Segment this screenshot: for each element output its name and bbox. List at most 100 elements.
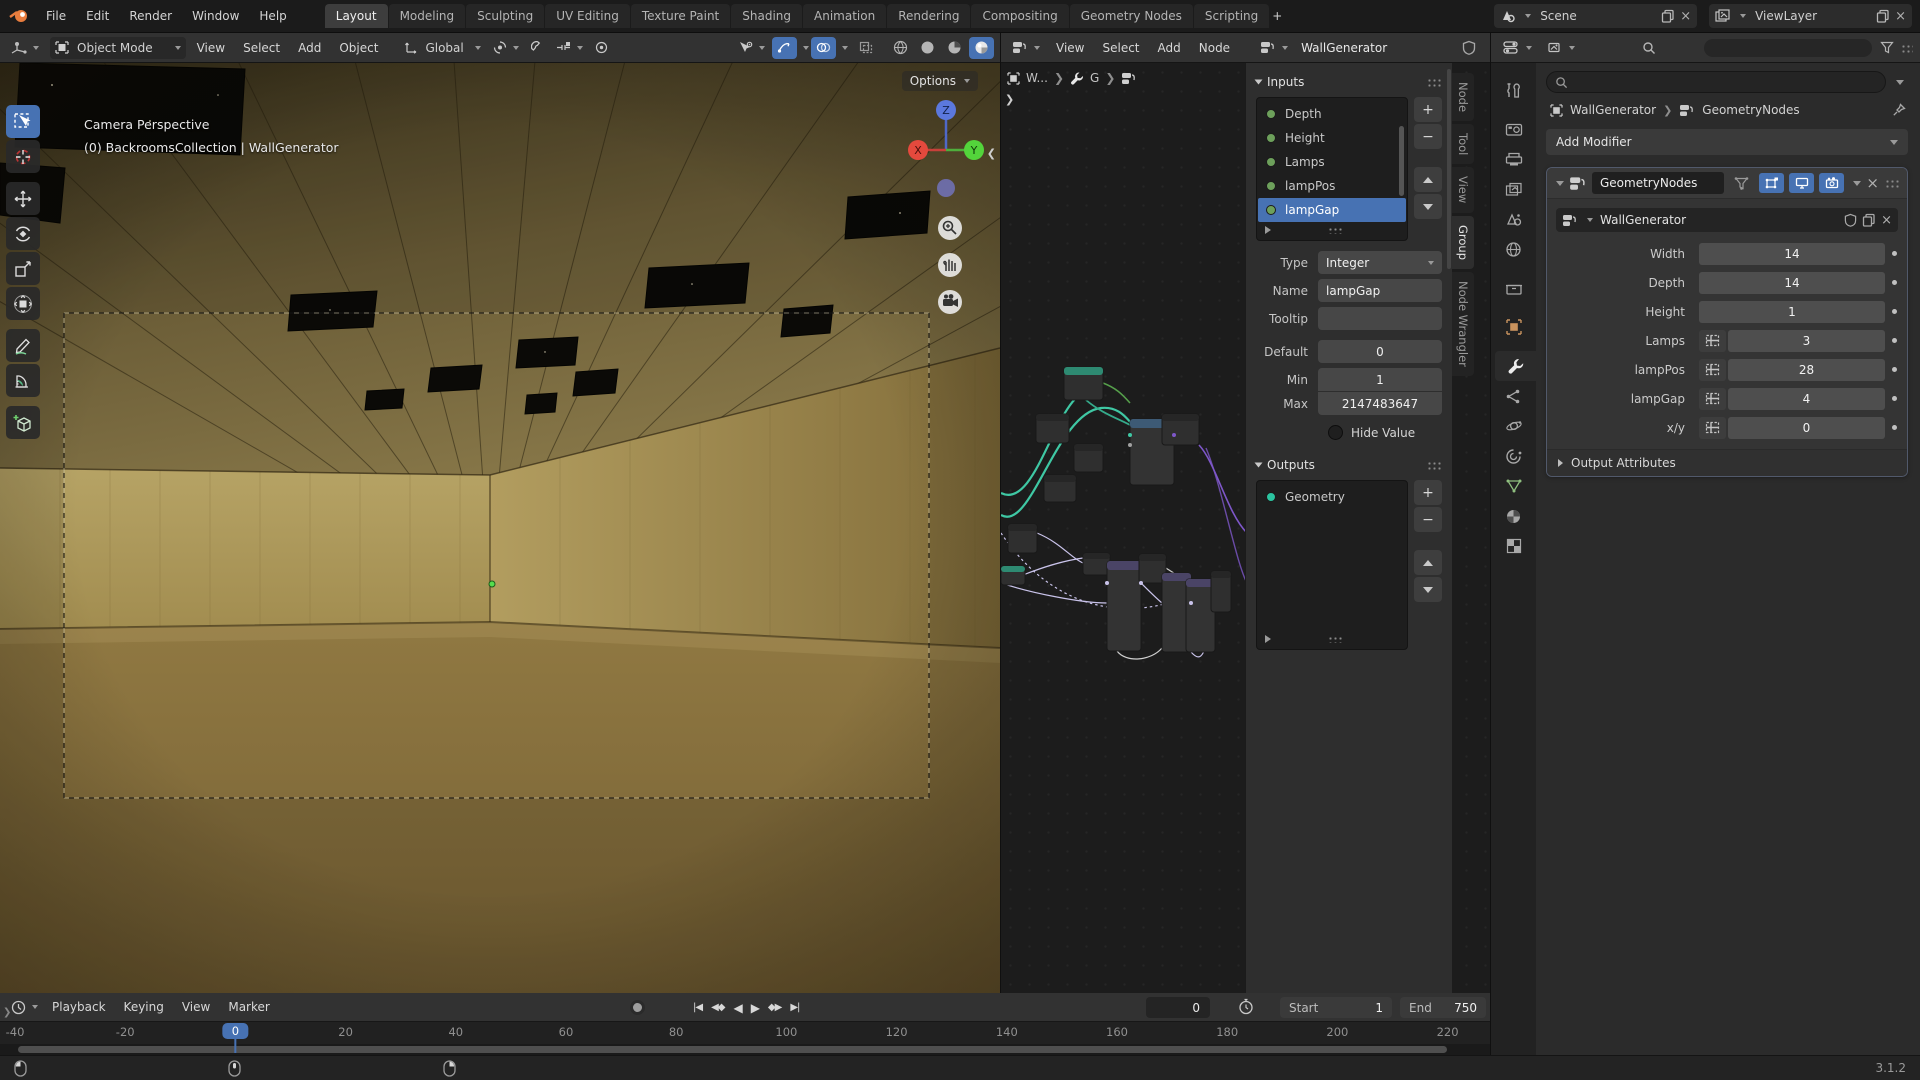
play-button[interactable]: ▶ [748,999,762,1017]
editor-type-viewport-icon[interactable] [6,37,44,59]
tool-rotate[interactable] [6,217,40,250]
sidebar-tab[interactable]: Tool [1452,124,1474,165]
node-tree-icon[interactable] [1562,214,1578,227]
node-group-name[interactable]: WallGenerator [1598,213,1839,227]
input-attribute-toggle[interactable] [1699,416,1726,439]
current-frame-field[interactable]: 0 [1146,997,1210,1018]
viewport-menu-item[interactable]: Select [234,37,289,59]
tool-measure[interactable] [6,364,40,397]
input-socket-item[interactable]: Depth [1258,102,1406,126]
panel-grip[interactable] [1426,77,1442,87]
editor-type-properties-icon[interactable] [1498,37,1537,59]
gizmo-minus-z-axis[interactable] [937,179,955,197]
tool-cursor[interactable] [6,140,40,173]
snap-settings[interactable] [551,37,588,59]
previous-keyframe-button[interactable]: ◀◆ [708,1000,727,1015]
input-attribute-toggle[interactable] [1699,329,1726,352]
viewport-canvas[interactable]: Camera Perspective (0) BackroomsCollecti… [0,63,1000,993]
param-value-field[interactable]: 14 [1699,242,1885,265]
header-search-field[interactable] [1704,38,1872,57]
workspace-tab[interactable]: Shading [731,4,802,28]
param-value-field[interactable]: 1 [1699,300,1885,323]
add-workspace-button[interactable]: + [1272,9,1282,23]
list-grip[interactable] [1327,226,1343,234]
workspace-tab[interactable]: Compositing [971,4,1069,28]
tool-annotate[interactable] [6,329,40,362]
node-menu-item[interactable]: Select [1093,37,1148,59]
sidebar-tab[interactable]: View [1452,167,1474,213]
viewport-3d[interactable]: Object Mode View Select Add Object Global [0,33,1000,993]
tool-scale[interactable] [6,252,40,285]
output-socket-item[interactable]: Geometry [1258,485,1406,509]
tooltip-field[interactable] [1318,307,1442,330]
shading-material[interactable] [942,37,967,59]
timeline-menu-item[interactable]: Keying [115,996,173,1018]
show-gizmo-toggle[interactable] [772,36,797,59]
properties-context-icon[interactable] [1543,37,1580,59]
zoom-button[interactable] [938,216,962,240]
tool-transform[interactable] [6,287,40,320]
workspace-tab[interactable]: Sculpting [466,4,545,28]
jump-to-start-button[interactable]: |◀ [690,1000,705,1015]
animate-decorator[interactable] [1885,396,1903,401]
workspace-tab[interactable]: Animation [803,4,887,28]
outputs-panel-header[interactable]: Outputs [1254,454,1442,476]
ruler-expand-icon[interactable]: ❯ [3,1007,11,1018]
inputs-panel-header[interactable]: Inputs [1254,71,1442,93]
timeline-menu-item[interactable]: Marker [219,996,278,1018]
tab-scene[interactable] [1491,204,1536,234]
scene-browse-chevron[interactable] [1525,14,1532,18]
tool-add-primitive[interactable] [6,406,40,439]
next-keyframe-button[interactable]: ◆▶ [765,1000,784,1015]
timeline-menu-item[interactable]: View [173,996,219,1018]
animate-decorator[interactable] [1885,251,1903,256]
workspace-tab[interactable]: Rendering [887,4,971,28]
menu-item[interactable]: Help [249,5,296,27]
tab-view-layer[interactable] [1491,174,1536,204]
add-output-button[interactable]: + [1414,480,1442,505]
remove-viewlayer-icon[interactable]: × [1895,10,1906,23]
delete-modifier-icon[interactable]: × [1866,175,1879,191]
proportional-editing[interactable] [590,37,613,59]
tool-select-box[interactable] [6,105,40,138]
tab-tool[interactable] [1491,75,1536,105]
add-modifier-button[interactable]: Add Modifier [1546,129,1908,155]
default-value-field[interactable]: 0 [1318,340,1442,363]
list-grip[interactable] [1327,635,1343,643]
editor-type-nodes-icon[interactable] [1007,37,1045,59]
editor-type-timeline-icon[interactable] [6,996,43,1018]
frame-start-field[interactable]: Start 1 [1280,997,1392,1018]
tab-modifiers[interactable] [1495,351,1536,381]
animate-decorator[interactable] [1885,338,1903,343]
socket-type-dropdown[interactable]: Integer [1318,251,1442,274]
input-attribute-toggle[interactable] [1699,358,1726,381]
new-scene-icon[interactable] [1661,9,1675,23]
breadcrumb-object-name[interactable]: WallGenerator [1570,103,1656,117]
output-attributes-panel[interactable]: Output Attributes [1547,449,1907,476]
workspace-tab[interactable]: UV Editing [545,4,630,28]
workspace-tab[interactable]: Layout [324,4,388,28]
tab-texture[interactable] [1491,531,1536,561]
navigation-gizmo[interactable]: Z X Y [906,88,986,348]
breadcrumb-modifier-name[interactable]: GeometryNodes [1702,103,1799,117]
tab-world[interactable] [1491,234,1536,264]
shading-rendered[interactable] [969,36,994,59]
input-attribute-toggle[interactable] [1699,387,1726,410]
animate-decorator[interactable] [1885,309,1903,314]
menu-item[interactable]: File [36,5,76,27]
node-menu-item[interactable]: View [1047,37,1093,59]
search-icon[interactable] [1642,41,1656,55]
input-socket-item[interactable]: lampPos [1258,174,1406,198]
workspace-tab[interactable]: Geometry Nodes [1069,4,1193,28]
remove-output-button[interactable]: − [1414,507,1442,532]
realtime-display-toggle[interactable] [1789,173,1815,193]
copy-node-group-icon[interactable] [1862,213,1876,227]
object-icon[interactable] [1550,103,1563,117]
modifier-extras-chevron[interactable] [1853,180,1862,186]
pan-button[interactable] [938,253,962,277]
render-display-toggle[interactable] [1819,173,1845,193]
new-viewlayer-icon[interactable] [1876,9,1890,23]
viewlayer-icon[interactable] [1715,9,1731,23]
param-value-field[interactable]: 4 [1728,387,1885,410]
camera-view-button[interactable] [938,290,962,314]
